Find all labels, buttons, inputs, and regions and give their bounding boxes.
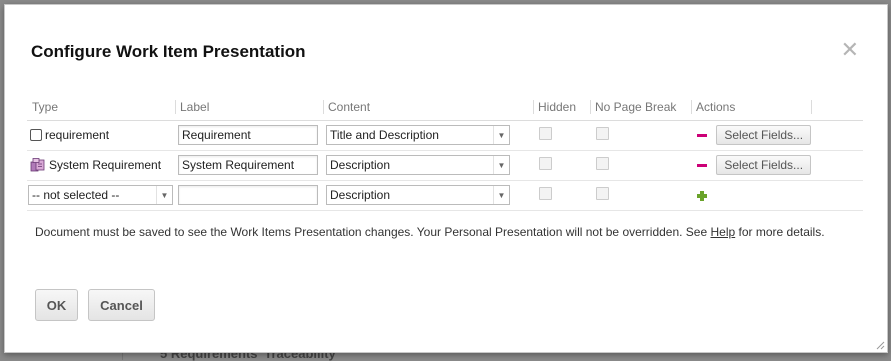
hidden-checkbox[interactable] [539, 187, 552, 200]
header-actions: Actions [691, 95, 863, 121]
no-page-break-checkbox[interactable] [596, 127, 609, 140]
chevron-down-icon: ▼ [493, 186, 509, 204]
no-page-break-checkbox[interactable] [596, 187, 609, 200]
table-row: -- not selected -- ▼ Description ▼ [27, 180, 863, 211]
no-page-break-checkbox[interactable] [596, 157, 609, 170]
label-input[interactable] [178, 155, 318, 175]
type-cell: requirement [30, 128, 175, 142]
table-row: requirement Title and Description ▼ Sel [27, 120, 863, 151]
save-notice: Document must be saved to see the Work I… [35, 225, 825, 239]
dialog-title: Configure Work Item Presentation [31, 42, 306, 61]
select-fields-button[interactable]: Select Fields... [716, 125, 812, 145]
resize-grip-icon[interactable] [875, 340, 885, 350]
chevron-down-icon: ▼ [493, 156, 509, 174]
type-name: requirement [45, 128, 110, 142]
cancel-button[interactable]: Cancel [88, 289, 155, 321]
ok-button[interactable]: OK [35, 289, 78, 321]
type-name: System Requirement [49, 158, 162, 172]
configure-dialog: Configure Work Item Presentation ✕ Type … [4, 4, 888, 353]
type-select[interactable]: -- not selected -- ▼ [28, 185, 173, 205]
header-content: Content [323, 95, 533, 121]
remove-icon[interactable] [697, 133, 707, 137]
table-header-row: Type Label Content Hidden No Page Break … [27, 95, 863, 121]
chevron-down-icon: ▼ [156, 186, 172, 204]
hidden-checkbox[interactable] [539, 157, 552, 170]
table-row: System Requirement Description ▼ Select [27, 150, 863, 181]
add-icon[interactable] [697, 190, 707, 201]
header-hidden: Hidden [533, 95, 590, 121]
content-select[interactable]: Description ▼ [326, 155, 510, 175]
remove-icon[interactable] [697, 163, 707, 167]
header-type: Type [27, 95, 175, 121]
presentation-table: Type Label Content Hidden No Page Break … [27, 95, 863, 211]
content-select[interactable]: Title and Description ▼ [326, 125, 510, 145]
header-no-page-break: No Page Break [590, 95, 691, 121]
close-icon[interactable]: ✕ [841, 39, 859, 61]
help-link[interactable]: Help [711, 225, 736, 239]
label-input[interactable] [178, 185, 318, 205]
select-fields-button[interactable]: Select Fields... [716, 155, 812, 175]
header-label: Label [175, 95, 323, 121]
chevron-down-icon: ▼ [493, 126, 509, 144]
hidden-checkbox[interactable] [539, 127, 552, 140]
checkbox-icon [30, 129, 42, 141]
type-cell: System Requirement [30, 158, 175, 172]
content-select[interactable]: Description ▼ [326, 185, 510, 205]
label-input[interactable] [178, 125, 318, 145]
system-requirement-icon [30, 158, 45, 172]
